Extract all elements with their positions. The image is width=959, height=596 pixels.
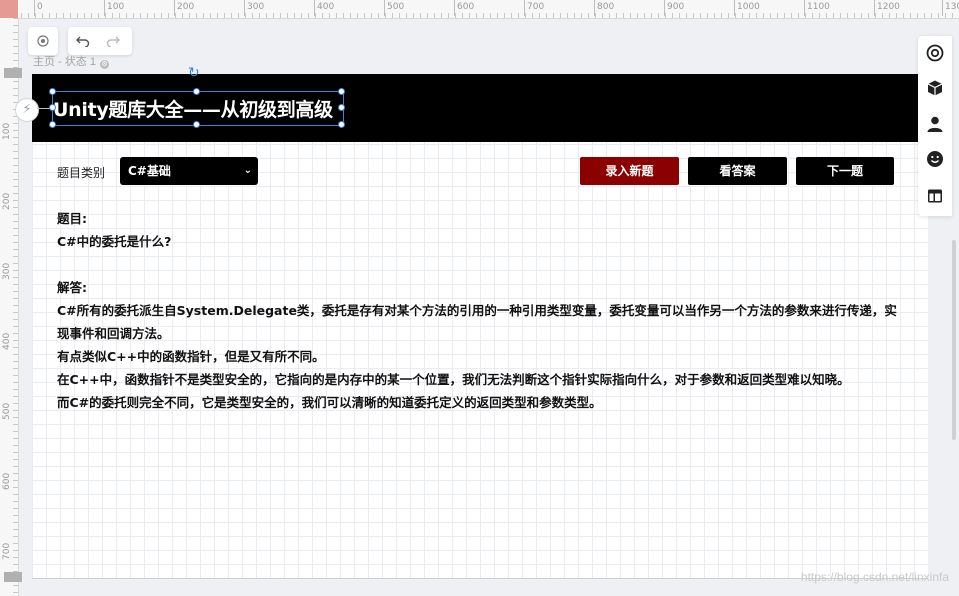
page-flag-icon[interactable] <box>4 68 22 78</box>
ruler-tick: 130 <box>941 0 959 16</box>
resize-handle[interactable] <box>193 88 200 95</box>
resize-handle[interactable] <box>193 121 200 128</box>
layout-icon[interactable] <box>925 186 945 206</box>
page-state-text: 主页 - 状态 1 <box>33 56 96 68</box>
history-toolbar <box>68 27 132 55</box>
category-select[interactable]: C#基础 ⌄ <box>120 157 258 185</box>
redo-icon[interactable] <box>98 27 128 55</box>
resize-handle[interactable] <box>338 88 345 95</box>
ruler-tick: 100 <box>103 0 125 16</box>
resize-handle[interactable] <box>49 121 56 128</box>
add-question-button[interactable]: 录入新题 <box>580 157 679 185</box>
ruler-tick: 500 <box>2 402 12 420</box>
ruler-tick: 300 <box>243 0 265 16</box>
ruler-tick: 200 <box>2 192 12 210</box>
smile-icon[interactable] <box>925 149 945 169</box>
category-label: 题目类别 <box>57 166 106 180</box>
resize-handle[interactable] <box>338 121 345 128</box>
ruler-tick: 500 <box>383 0 405 16</box>
ruler-tick: 200 <box>173 0 195 16</box>
answer-line: 而C#的委托则完全不同，它是类型安全的，我们可以清晰的知道委托定义的返回类型和参… <box>57 395 602 410</box>
ruler-tick: 400 <box>313 0 335 16</box>
settings-dot-icon[interactable]: ⚙ <box>99 60 109 69</box>
ruler-tick: 300 <box>2 262 12 280</box>
answer-heading: 解答: <box>57 280 87 295</box>
ruler-tick: 1100 <box>804 0 830 16</box>
ruler-tick: 400 <box>2 332 12 350</box>
ruler-tick: 800 <box>593 0 615 16</box>
ruler-tick: 0 <box>34 0 43 16</box>
question-heading: 题目: <box>57 211 87 226</box>
ruler-tick: 1200 <box>874 0 900 16</box>
page-flag-icon[interactable] <box>4 572 22 582</box>
ruler-tick: 600 <box>2 472 12 490</box>
ruler-top: 0 100 200 300 400 500 600 700 800 900 10… <box>0 0 959 19</box>
question-text: C#中的委托是什么? <box>57 234 172 249</box>
resize-handle[interactable] <box>49 88 56 95</box>
watermark: https://blog.csdn.net/linxinfa <box>800 570 949 584</box>
ruler-tick: 1000 <box>734 0 760 16</box>
lightning-icon[interactable]: ⚡ <box>15 98 39 122</box>
user-icon[interactable] <box>925 114 945 134</box>
show-answer-button[interactable]: 看答案 <box>688 157 787 185</box>
next-question-button[interactable]: 下一题 <box>796 157 894 185</box>
ruler-corner[interactable] <box>0 0 18 18</box>
target-icon[interactable] <box>28 27 58 55</box>
ruler-tick: 600 <box>453 0 475 16</box>
ruler-tick: 700 <box>2 542 12 560</box>
vertical-scrollbar[interactable] <box>952 240 956 440</box>
target-toolbar <box>28 27 58 55</box>
answer-line: C#所有的委托派生自System.Delegate类，委托是存有对某个方法的引用… <box>57 303 897 341</box>
page-state-label[interactable]: 主页 - 状态 1 ⚙ <box>33 53 109 69</box>
qa-panel: 题目: C#中的委托是什么? 解答: C#所有的委托派生自System.Dele… <box>57 207 897 414</box>
right-tool-panel <box>918 36 952 216</box>
target-icon[interactable] <box>925 43 945 63</box>
ruler-tick: 900 <box>663 0 685 16</box>
ruler-tick: 700 <box>523 0 545 16</box>
ruler-tick: 100 <box>2 122 12 140</box>
resize-handle[interactable] <box>49 104 56 111</box>
rotate-icon[interactable]: ↻ <box>188 66 202 80</box>
undo-icon[interactable] <box>68 27 98 55</box>
cube-icon[interactable] <box>925 78 945 98</box>
category-selected-value: C#基础 <box>128 164 171 178</box>
answer-line: 有点类似C++中的函数指针，但是又有所不同。 <box>57 349 325 364</box>
answer-line: 在C++中，函数指针不是类型安全的，它指向的是内存中的某一个位置，我们无法判断这… <box>57 372 850 387</box>
resize-handle[interactable] <box>338 104 345 111</box>
chevron-down-icon: ⌄ <box>243 165 252 176</box>
